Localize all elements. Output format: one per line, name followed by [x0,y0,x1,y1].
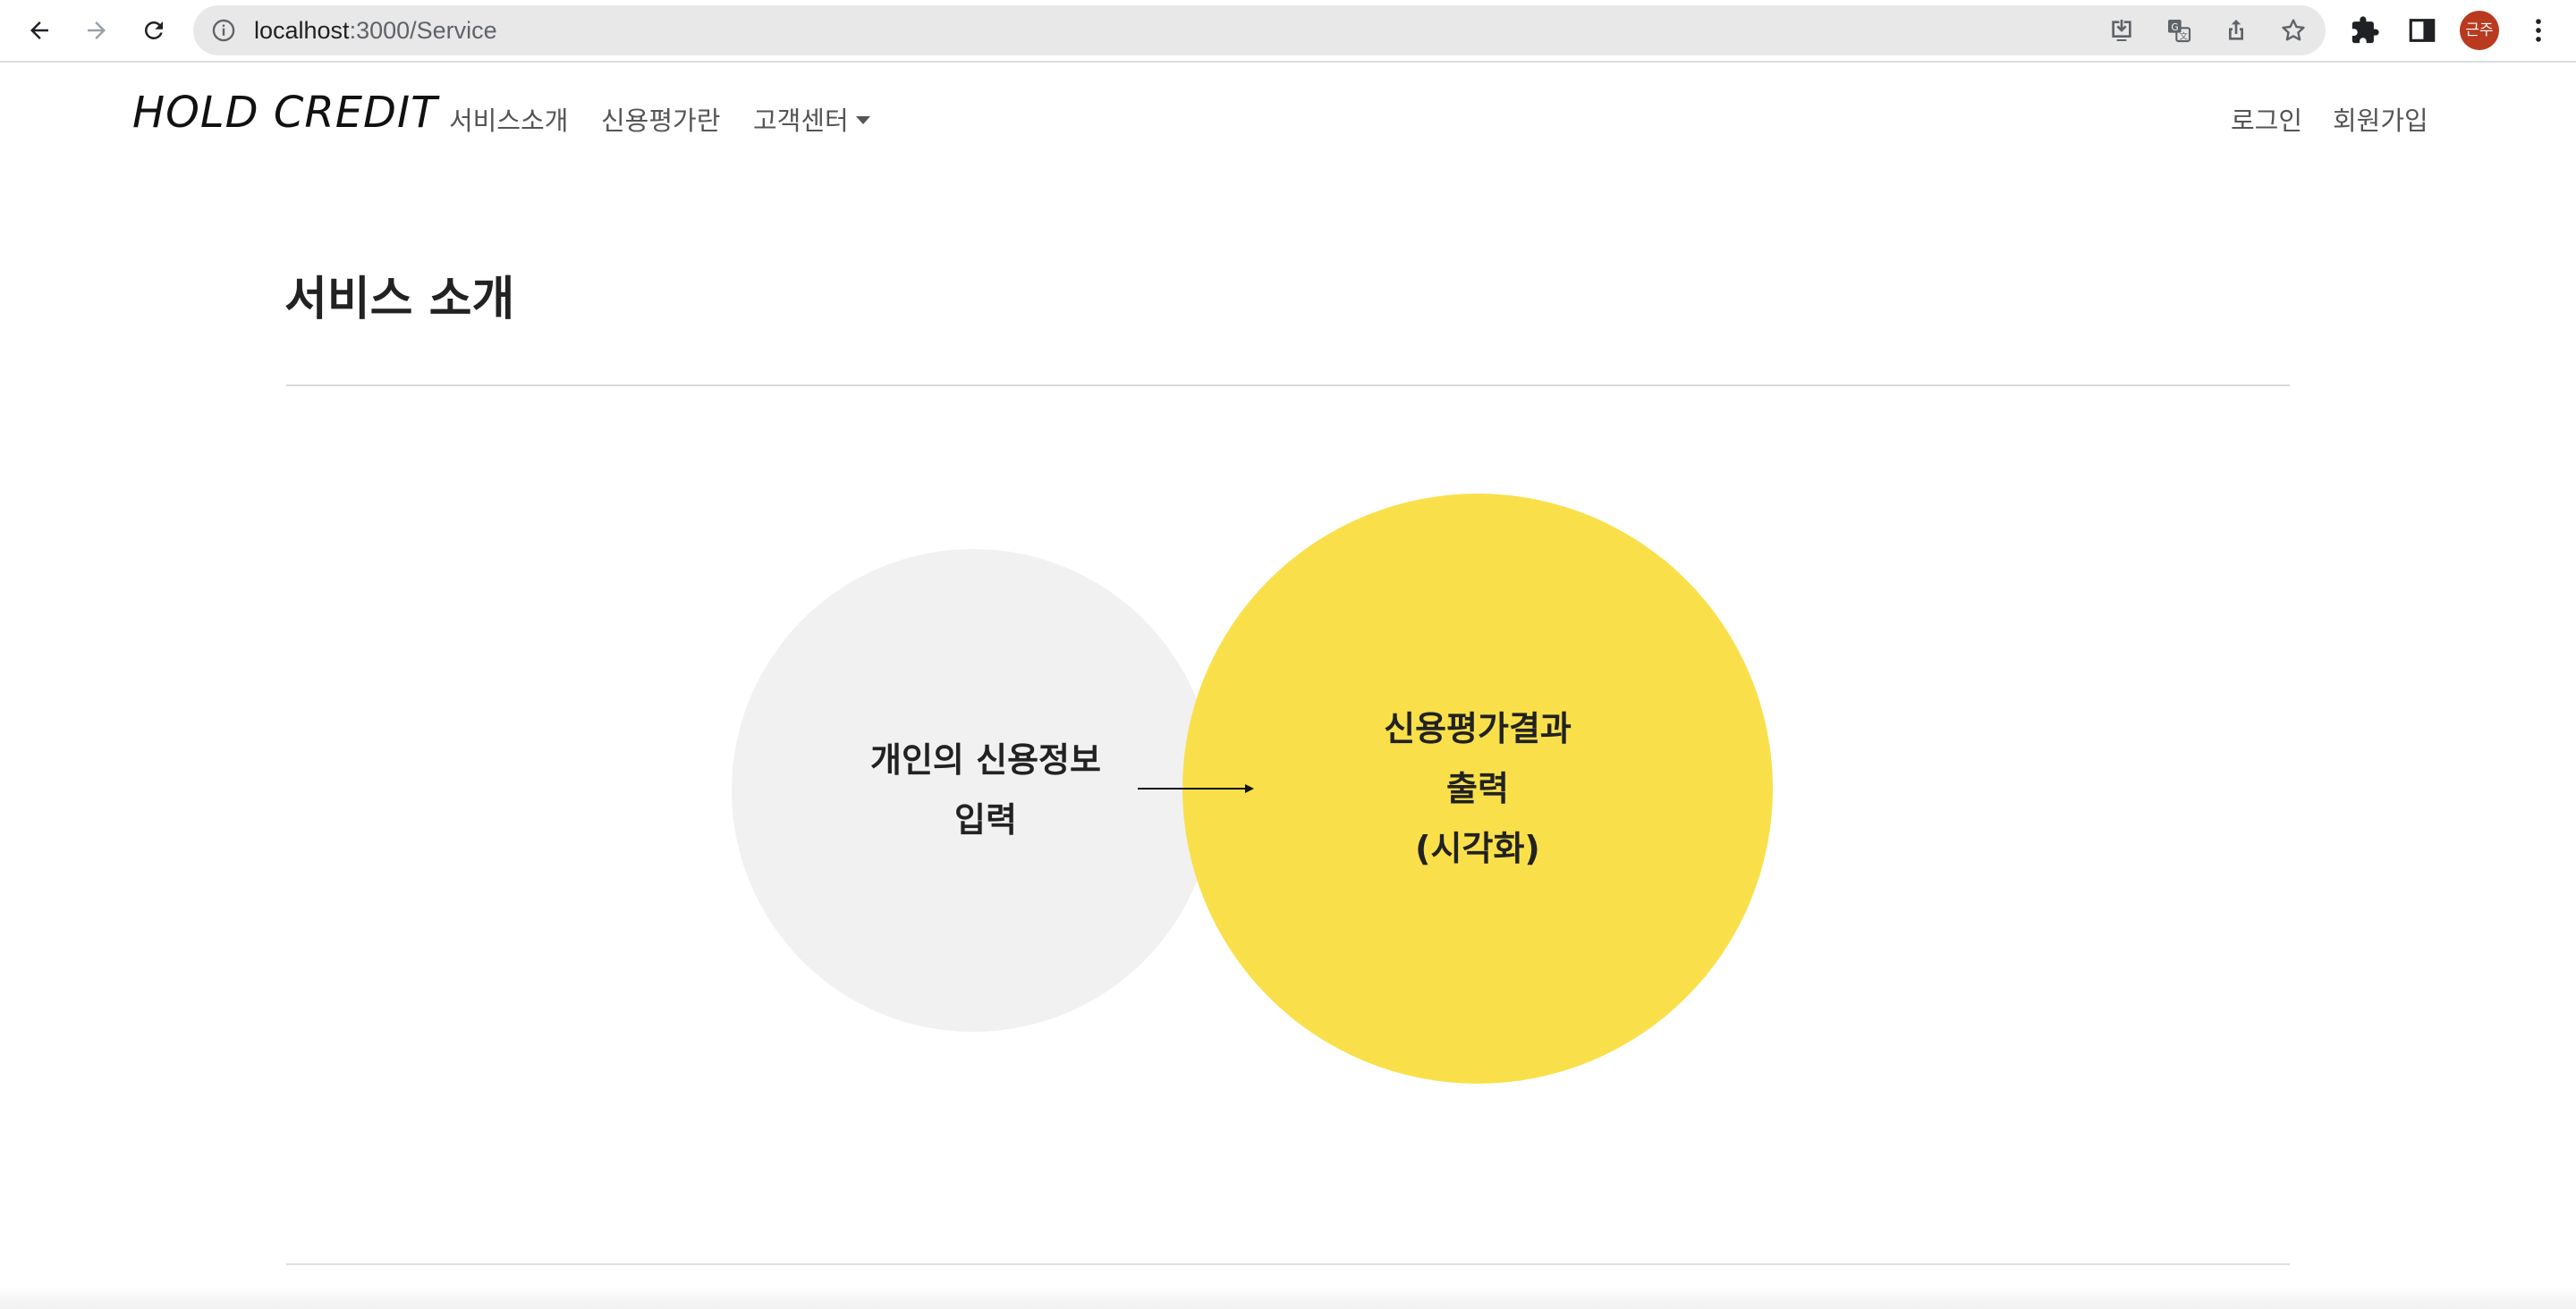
url-host: localhost [254,17,350,44]
nav-dropdown-label: 고객센터 [753,106,849,136]
share-icon [2229,20,2243,40]
url-text[interactable]: localhost:3000/Service [254,5,497,55]
input-circle-line: 개인의 신용정보 [870,740,1101,780]
site-navbar: HOLD CREDIT 서비스소개 신용평가란 고객센터 로그인 회원가입 [0,64,2576,172]
more-vertical-icon [2536,19,2541,42]
svg-text:G: G [2171,21,2178,33]
url-path: :3000/Service [349,17,497,44]
output-circle-text: 신용평가결과 출력 (시각화) [1384,699,1572,879]
flow-arrow-icon [1138,784,1254,793]
browser-menu-button[interactable] [2521,13,2556,48]
input-circle-line: 입력 [954,800,1017,840]
puzzle-icon [2351,16,2379,44]
translate-icon: G文 [2168,20,2191,43]
reload-icon [144,21,163,39]
bookmark-button[interactable] [2279,16,2308,45]
extensions-button[interactable] [2347,13,2383,48]
site-info-icon[interactable] [211,18,236,43]
page-title: 서비스 소개 [284,273,515,326]
star-icon [2282,19,2305,41]
title-divider [286,384,2290,386]
back-arrow-icon [30,21,48,39]
profile-avatar[interactable]: 근주 [2460,11,2499,50]
reload-button[interactable] [132,9,175,52]
translate-button[interactable]: G文 [2165,16,2193,45]
browser-toolbar: localhost:3000/Service G文 근주 [0,0,2576,63]
side-panel-button[interactable] [2404,13,2440,48]
output-circle-line: 출력 [1446,768,1509,808]
side-panel-icon [2409,19,2436,42]
forward-arrow-icon [88,21,106,39]
output-circle-line: (시각화) [1415,828,1540,868]
forward-button[interactable] [75,9,118,52]
share-button[interactable] [2222,16,2250,45]
window-bottom-edge [0,1288,2576,1309]
svg-text:文: 文 [2180,30,2188,41]
install-icon [2112,20,2131,41]
back-button[interactable] [18,9,61,52]
install-app-button[interactable] [2107,16,2136,45]
login-link[interactable]: 로그인 [2231,100,2302,138]
caret-down-icon [855,115,870,124]
nav-link-service-intro[interactable]: 서비스소개 [449,100,568,138]
signup-link[interactable]: 회원가입 [2333,100,2428,138]
output-circle-line: 신용평가결과 [1384,708,1572,748]
nav-link-credit-rating[interactable]: 신용평가란 [601,100,720,138]
output-circle: 신용평가결과 출력 (시각화) [1182,494,1773,1084]
footer-divider [286,1263,2290,1265]
brand-logo[interactable]: HOLD CREDIT [132,88,437,138]
input-circle-text: 개인의 신용정보 입력 [870,731,1101,850]
nav-dropdown-customer-center[interactable]: 고객센터 [753,100,870,138]
address-bar[interactable]: localhost:3000/Service G文 [193,5,2326,55]
